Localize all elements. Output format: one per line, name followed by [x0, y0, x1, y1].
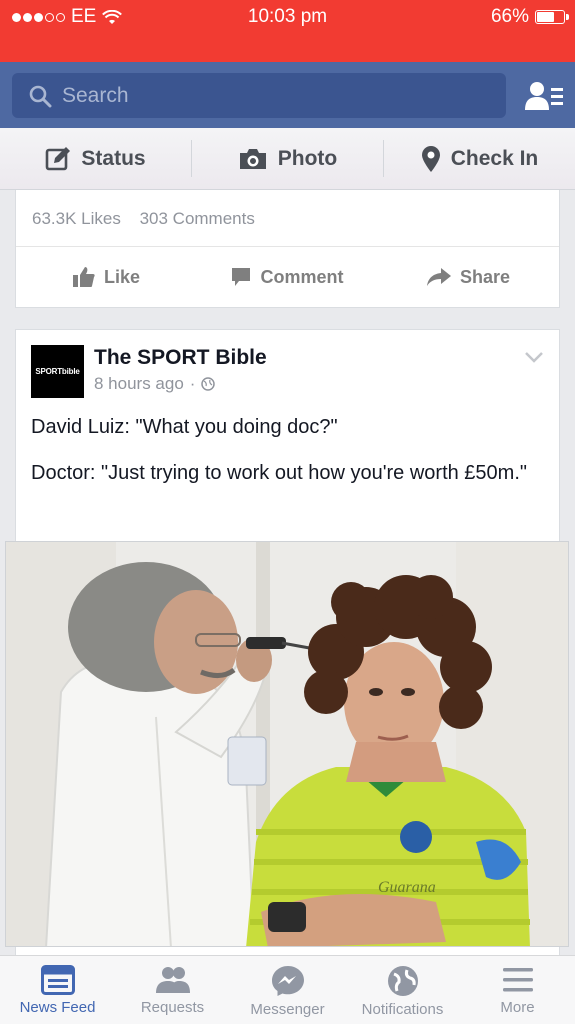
publisher-bar: Status Photo Check In — [0, 128, 575, 190]
post-text: David Luiz: "What you doing doc?" Doctor… — [16, 402, 559, 487]
post-meta: 8 hours ago · — [94, 374, 216, 394]
camera-icon — [239, 148, 266, 169]
bottom-tab-bar: News Feed Requests Messenger Notificatio… — [0, 955, 575, 1024]
thumbs-up-icon — [72, 267, 95, 287]
engagement-counts: 63.3K Likes 303 Comments — [16, 190, 559, 247]
photo-label: Photo — [277, 146, 338, 170]
tab-label: Messenger — [250, 1001, 325, 1018]
menu-icon — [502, 968, 533, 992]
photo-illustration: Guarana — [6, 542, 568, 946]
status-button[interactable]: Status — [0, 128, 191, 189]
page-name[interactable]: The SPORT Bible — [94, 346, 267, 370]
post-text-line: Doctor: "Just trying to work out how you… — [31, 462, 527, 484]
friend-requests-icon — [155, 967, 190, 993]
tab-news-feed[interactable]: News Feed — [0, 956, 115, 1024]
globe-icon — [387, 966, 418, 996]
edit-status-icon — [46, 146, 71, 170]
tab-label: More — [500, 999, 535, 1016]
battery-icon — [535, 10, 569, 24]
messenger-icon — [271, 966, 304, 996]
search-icon — [29, 85, 52, 107]
search-placeholder: Search — [62, 83, 129, 107]
like-button[interactable]: Like — [16, 247, 197, 307]
globe-privacy-icon — [201, 377, 216, 391]
post-header: SPORTbible The SPORT Bible 8 hours ago · — [16, 330, 559, 402]
like-label: Like — [103, 266, 141, 287]
tab-requests[interactable]: Requests — [115, 956, 230, 1024]
page-avatar[interactable]: SPORTbible — [31, 345, 84, 398]
battery-group: 66% — [490, 6, 569, 28]
jersey-sponsor-text: Guarana — [378, 879, 436, 896]
share-label: Share — [459, 266, 511, 287]
tab-notifications[interactable]: Notifications — [345, 956, 460, 1024]
tab-label: News Feed — [19, 999, 96, 1016]
friends-list-icon[interactable] — [524, 80, 564, 112]
tab-more[interactable]: More — [460, 956, 575, 1024]
comment-label: Comment — [260, 266, 344, 287]
check-in-button[interactable]: Check In — [384, 128, 575, 189]
battery-percent: 66% — [490, 6, 529, 27]
chevron-down-icon[interactable] — [525, 352, 543, 363]
tab-label: Notifications — [361, 1001, 444, 1018]
post-timestamp[interactable]: 8 hours ago — [94, 374, 184, 394]
location-pin-icon — [421, 145, 440, 172]
status-label: Status — [81, 146, 146, 170]
clock: 10:03 pm — [247, 6, 328, 27]
search-input[interactable]: Search — [12, 73, 506, 118]
comment-icon — [232, 268, 251, 286]
news-feed-icon — [40, 965, 75, 995]
share-arrow-icon — [426, 268, 451, 286]
page-logo-text: SPORTbible — [35, 367, 80, 376]
post-text-line: David Luiz: "What you doing doc?" — [31, 416, 338, 438]
likes-count[interactable]: 63.3K Likes — [32, 209, 121, 228]
photo-button[interactable]: Photo — [192, 128, 383, 189]
tab-messenger[interactable]: Messenger — [230, 956, 345, 1024]
top-nav-bar: Search — [0, 62, 575, 128]
previous-post-card: 63.3K Likes 303 Comments Like Comment Sh… — [15, 190, 560, 308]
tab-label: Requests — [140, 999, 205, 1016]
post-actions: Like Comment Share — [16, 247, 559, 307]
meta-separator: · — [189, 374, 196, 393]
status-bar: EE 10:03 pm 66% — [0, 0, 575, 62]
share-button[interactable]: Share — [378, 247, 559, 307]
post-photo[interactable]: Guarana — [5, 541, 569, 947]
comment-button[interactable]: Comment — [197, 247, 378, 307]
comments-count[interactable]: 303 Comments — [140, 209, 255, 228]
check-in-label: Check In — [450, 146, 539, 170]
